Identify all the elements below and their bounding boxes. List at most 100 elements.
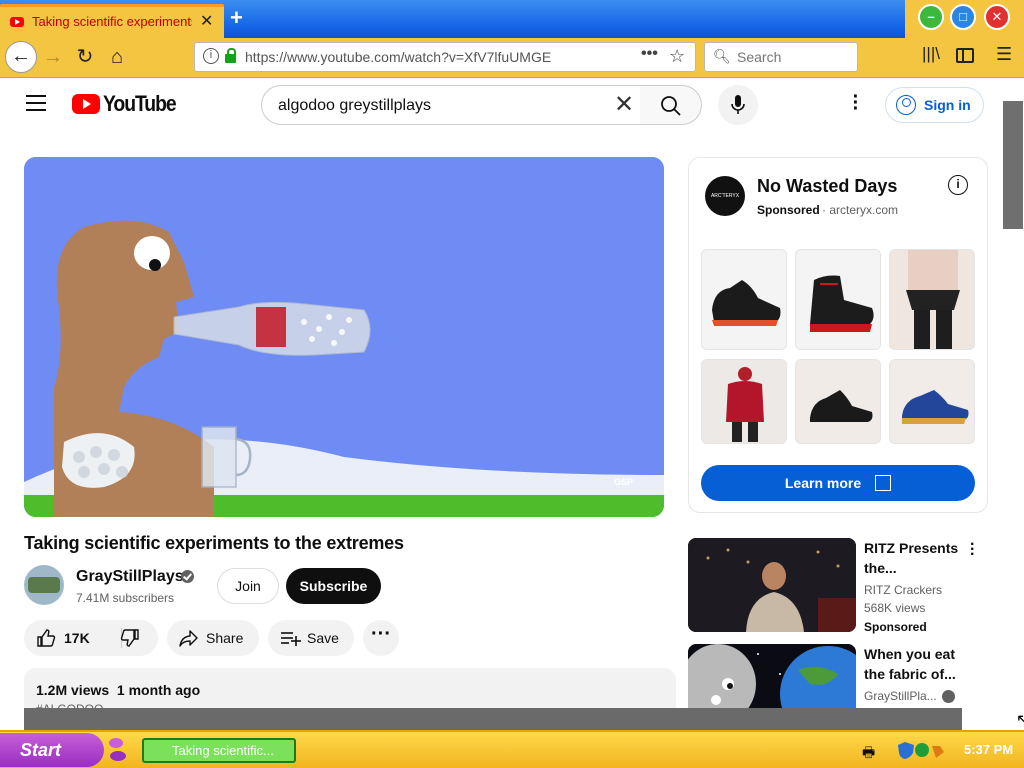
share-label[interactable]: Share: [206, 630, 243, 646]
related-video-channel[interactable]: GrayStillPla...: [864, 689, 937, 703]
taskbar-window-label: Taking scientific...: [172, 743, 274, 758]
youtube-search-input[interactable]: algodoo greystillplays ✕: [261, 85, 641, 125]
youtube-favicon-icon: [10, 17, 24, 27]
subscriber-count: 7.41M subscribers: [76, 591, 175, 605]
related-video-menu-icon[interactable]: · · ·: [970, 537, 975, 563]
start-label: Start: [20, 740, 62, 760]
red-jacket-icon: [702, 360, 786, 443]
youtube-logo-text[interactable]: YouTube: [103, 91, 177, 117]
thumbs-up-icon[interactable]: [36, 628, 56, 648]
window-close-button[interactable]: ✕: [984, 4, 1010, 30]
like-count: 17K: [64, 630, 90, 646]
scrollbar-thumb[interactable]: [1003, 101, 1023, 229]
approach-shoe-icon: [796, 360, 880, 443]
channel-avatar[interactable]: [24, 565, 64, 605]
microphone-icon: [731, 95, 745, 114]
trail-shoe-icon: [702, 250, 786, 349]
sign-in-button[interactable]: Sign in: [885, 87, 984, 123]
browser-search-field[interactable]: 🔍︎ Search: [704, 42, 858, 72]
printer-tray-icon[interactable]: 🖶: [862, 742, 875, 766]
ad-domain: · arcteryx.com: [822, 203, 899, 217]
ad-product-tile[interactable]: [701, 359, 787, 444]
channel-name[interactable]: GrayStillPlays: [76, 568, 184, 586]
taskbar-window-button[interactable]: Taking scientific...: [142, 738, 296, 763]
ad-title[interactable]: No Wasted Days: [757, 176, 897, 197]
sign-in-label: Sign in: [924, 97, 971, 113]
ritz-ad-thumbnail-image: [688, 538, 856, 632]
ad-product-tile[interactable]: [889, 359, 975, 444]
share-arrow-icon[interactable]: [179, 628, 199, 648]
start-button[interactable]: Start: [0, 733, 104, 767]
page-actions-icon[interactable]: •••: [641, 45, 658, 63]
account-icon: [896, 95, 916, 115]
learn-more-label: Learn more: [784, 475, 862, 491]
thumbs-down-icon[interactable]: [120, 628, 140, 648]
library-icon[interactable]: |||\: [922, 44, 940, 64]
search-placeholder: Search: [737, 49, 782, 65]
search-icon: 🔍︎: [713, 48, 731, 64]
ad-product-tile[interactable]: [795, 249, 881, 350]
climbing-harness-icon: [890, 250, 974, 349]
url-bar[interactable]: i https://www.youtube.com/watch?v=XfV7lf…: [194, 42, 696, 72]
ad-product-tile[interactable]: [701, 249, 787, 350]
system-tray-icons[interactable]: [896, 740, 946, 760]
video-frame-illustration: GSP: [24, 157, 664, 517]
related-video-thumbnail[interactable]: [688, 644, 856, 708]
site-info-icon[interactable]: i: [203, 48, 219, 64]
tab-close-icon[interactable]: ✕: [200, 11, 213, 31]
blue-trail-shoe-icon: [890, 360, 974, 443]
window-minimize-button[interactable]: –: [918, 4, 944, 30]
video-title: Taking scientific experiments to the ext…: [24, 533, 404, 553]
ad-product-tile[interactable]: [889, 249, 975, 350]
video-player[interactable]: GSP: [24, 157, 664, 517]
settings-kebab-icon[interactable]: · · ·: [846, 87, 866, 119]
search-query-text[interactable]: algodoo greystillplays: [278, 97, 431, 115]
bookmark-star-icon[interactable]: ☆: [669, 46, 685, 67]
reload-icon[interactable]: ↻: [70, 42, 100, 72]
secure-lock-icon: [225, 48, 236, 63]
horizontal-scroll-bar[interactable]: [24, 708, 962, 730]
browser-menu-icon[interactable]: ☰: [996, 44, 1012, 65]
subscribe-button[interactable]: Subscribe: [286, 568, 381, 604]
browser-tab-active[interactable]: Taking scientific experiments to the ext…: [0, 4, 224, 38]
url-text[interactable]: https://www.youtube.com/watch?v=XfV7lfuU…: [245, 49, 551, 65]
save-label[interactable]: Save: [307, 630, 339, 646]
verified-check-icon: [942, 690, 955, 703]
sponsored-badge: Sponsored: [864, 620, 927, 634]
svg-text:GSP: GSP: [614, 477, 633, 487]
related-video-thumbnail[interactable]: [688, 538, 856, 632]
advertiser-logo[interactable]: ARC'TERYX: [705, 176, 745, 216]
save-playlist-icon[interactable]: [280, 628, 302, 648]
ad-info-icon[interactable]: i: [948, 175, 968, 195]
more-actions-button[interactable]: ···: [363, 620, 399, 656]
search-icon: [661, 96, 681, 116]
new-tab-button[interactable]: +: [230, 5, 243, 31]
system-clock[interactable]: 5:37 PM: [964, 742, 1013, 757]
sidebar-toggle-icon[interactable]: [956, 48, 974, 63]
hiking-boot-icon: [796, 250, 880, 349]
start-decoration-icon: [109, 738, 126, 761]
related-video-title[interactable]: RITZ Presents the...: [864, 538, 974, 578]
forward-arrow-icon[interactable]: →: [38, 42, 68, 72]
related-video-title[interactable]: When you eat the fabric of...: [864, 644, 974, 684]
clear-search-icon[interactable]: ✕: [614, 90, 634, 119]
window-maximize-button[interactable]: □: [950, 4, 976, 30]
youtube-logo-icon[interactable]: [72, 94, 100, 114]
ad-sponsored-label: Sponsored: [757, 203, 820, 217]
verified-check-icon: [181, 570, 194, 583]
related-video-channel[interactable]: RITZ Crackers: [864, 583, 942, 597]
back-arrow-icon[interactable]: ←: [5, 41, 37, 73]
views-and-date: 1.2M views 1 month ago: [36, 682, 201, 698]
related-video-views: 568K views: [864, 601, 926, 615]
home-icon[interactable]: ⌂: [102, 42, 132, 72]
voice-search-button[interactable]: [718, 85, 758, 125]
earth-eater-thumbnail-image: [688, 644, 856, 708]
external-link-icon: [875, 475, 892, 491]
ad-product-tile[interactable]: [795, 359, 881, 444]
guide-menu-icon[interactable]: [26, 95, 46, 111]
join-button[interactable]: Join: [217, 568, 279, 604]
tab-title: Taking scientific experiments to the ext…: [32, 14, 192, 29]
learn-more-button[interactable]: Learn more: [701, 465, 975, 501]
search-button[interactable]: [640, 85, 702, 125]
mouse-cursor-icon: ↖: [1016, 712, 1024, 729]
